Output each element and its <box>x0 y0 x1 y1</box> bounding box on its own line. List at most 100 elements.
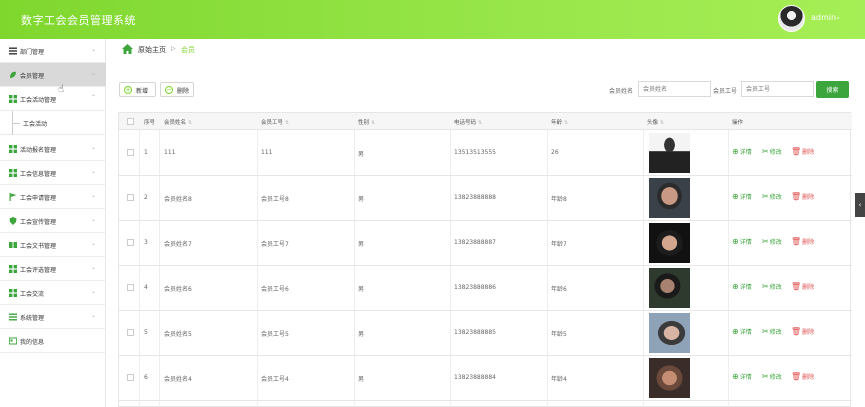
cell-gender: 男 <box>358 376 365 383</box>
sidebar-item-signup[interactable]: 活动报名管理 ⌄ <box>0 137 106 161</box>
scissors-icon: ✂ <box>762 192 769 201</box>
cell-gender: 男 <box>358 331 365 338</box>
sort-icon[interactable]: ⇅ <box>564 120 568 126</box>
select-all-checkbox[interactable] <box>127 118 134 125</box>
header-name[interactable]: 会员姓名 ⇅ <box>164 118 192 126</box>
home-icon[interactable] <box>122 44 133 54</box>
header-photo[interactable]: 头像 ⇅ <box>647 118 664 126</box>
detail-button[interactable]: ⊕详情 <box>732 327 752 336</box>
user-avatar[interactable] <box>778 5 805 32</box>
grid-icon <box>9 169 17 177</box>
edit-button[interactable]: ✂修改 <box>762 372 782 381</box>
sort-icon[interactable]: ⇅ <box>478 120 482 126</box>
row-checkbox[interactable] <box>127 194 134 201</box>
sidebar-item-publicity[interactable]: 工会宣传管理 ⌄ <box>0 209 106 233</box>
member-photo[interactable] <box>649 268 690 308</box>
header-age[interactable]: 年龄 ⇅ <box>551 118 568 126</box>
cell-name: 会员姓名7 <box>164 241 192 248</box>
header-phone[interactable]: 电话号码 ⇅ <box>454 118 482 126</box>
detail-button[interactable]: ⊕详情 <box>732 372 752 381</box>
row-checkbox[interactable] <box>127 149 134 156</box>
top-header: 数字工会会员管理系统 admin ⌄ <box>0 0 865 39</box>
row-delete-button[interactable]: 🗑删除 <box>791 282 814 291</box>
chevron-down-icon[interactable]: ⌄ <box>835 13 841 21</box>
member-photo[interactable] <box>649 133 690 173</box>
sidebar-item-label: 工会申请管理 <box>20 195 57 202</box>
detail-button[interactable]: ⊕详情 <box>732 147 752 156</box>
member-photo[interactable] <box>649 178 690 218</box>
chevron-up-icon: ⌃ <box>91 94 97 101</box>
sidebar-item-my-info[interactable]: 我的信息 <box>0 329 106 353</box>
breadcrumb-home[interactable]: 原始主页 <box>138 45 166 55</box>
chevron-down-icon: ⌄ <box>91 240 97 247</box>
cell-age: 年龄4 <box>551 376 567 383</box>
sort-icon[interactable]: ⇅ <box>660 120 664 126</box>
row-checkbox[interactable] <box>127 329 134 336</box>
row-delete-label: 删除 <box>802 149 815 156</box>
name-search-input[interactable] <box>638 81 711 97</box>
row-checkbox[interactable] <box>127 284 134 291</box>
row-checkbox[interactable] <box>127 374 134 381</box>
list-icon <box>9 47 17 55</box>
detail-button[interactable]: ⊕详情 <box>732 237 752 246</box>
row-checkbox[interactable] <box>127 239 134 246</box>
cell-id: 会员工号7 <box>261 241 289 248</box>
member-photo[interactable] <box>649 358 690 398</box>
id-search-input[interactable] <box>741 81 814 97</box>
header-gender[interactable]: 性别 ⇅ <box>358 118 375 126</box>
row-delete-label: 删除 <box>802 329 815 336</box>
sidebar-item-selection[interactable]: 工会评选管理 ⌄ <box>0 257 106 281</box>
sort-icon[interactable]: ⇅ <box>188 120 192 126</box>
sidebar-item-application[interactable]: 工会申请管理 ⌄ <box>0 185 106 209</box>
cell-gender: 男 <box>358 241 365 248</box>
edit-button[interactable]: ✂修改 <box>762 237 782 246</box>
sort-icon[interactable]: ⇅ <box>371 120 375 126</box>
member-photo[interactable] <box>649 313 690 353</box>
side-toggle-tab[interactable]: ‹ <box>855 193 865 217</box>
book-icon <box>9 242 17 248</box>
edit-button[interactable]: ✂修改 <box>762 147 782 156</box>
user-name[interactable]: admin <box>811 13 836 22</box>
sidebar-item-exchange[interactable]: 工会交流 ⌄ <box>0 281 106 305</box>
sidebar-item-label: 工会活动管理 <box>20 97 57 104</box>
sidebar-item-system[interactable]: 系统管理 ⌄ <box>0 305 106 329</box>
sidebar-item-label: 工会评选管理 <box>20 267 57 274</box>
delete-button[interactable]: − 删除 <box>160 82 194 97</box>
scissors-icon: ✂ <box>762 237 769 246</box>
row-delete-button[interactable]: 🗑删除 <box>791 327 814 336</box>
add-button-label: 新增 <box>136 88 149 95</box>
row-delete-button[interactable]: 🗑删除 <box>791 147 814 156</box>
sidebar-item-union-activity[interactable]: 工会活动管理 ⌃ <box>0 87 106 111</box>
row-delete-button[interactable]: 🗑删除 <box>791 237 814 246</box>
row-delete-label: 删除 <box>802 284 815 291</box>
search-button[interactable]: 搜索 <box>816 81 849 98</box>
row-delete-button[interactable]: 🗑删除 <box>791 372 814 381</box>
sidebar-item-members[interactable]: 会员管理 ⌄ <box>0 63 106 87</box>
edit-button[interactable]: ✂修改 <box>762 327 782 336</box>
sidebar: 部门管理 ⌄ 会员管理 ⌄ 工会活动管理 ⌃ 工会活动 活动报名管理 ⌄ 工会信… <box>0 39 106 407</box>
add-button[interactable]: + 新增 <box>119 82 156 97</box>
sidebar-subitem-union-activity[interactable]: 工会活动 <box>0 111 106 135</box>
mouse-pointer-icon: ☝ <box>58 84 65 95</box>
tree-branch <box>12 123 20 124</box>
edit-button[interactable]: ✂修改 <box>762 282 782 291</box>
member-photo[interactable] <box>649 223 690 263</box>
row-delete-button[interactable]: 🗑删除 <box>791 192 814 201</box>
sort-icon[interactable]: ⇅ <box>285 120 289 126</box>
edit-label: 修改 <box>769 284 782 291</box>
header-phone-label: 电话号码 <box>454 120 477 126</box>
sidebar-item-documents[interactable]: 工会文书管理 ⌄ <box>0 233 106 257</box>
header-photo-label: 头像 <box>647 120 659 126</box>
sidebar-item-info[interactable]: 工会信息管理 ⌄ <box>0 161 106 185</box>
detail-label: 详情 <box>739 284 752 291</box>
sidebar-item-department[interactable]: 部门管理 ⌄ <box>0 39 106 63</box>
search-icon: ⊕ <box>732 282 739 291</box>
grid-icon <box>9 289 17 297</box>
header-id[interactable]: 会员工号 ⇅ <box>261 118 289 126</box>
sidebar-item-label: 工会信息管理 <box>20 171 57 178</box>
header-gender-label: 性别 <box>358 120 370 126</box>
detail-button[interactable]: ⊕详情 <box>732 282 752 291</box>
detail-button[interactable]: ⊕详情 <box>732 192 752 201</box>
edit-label: 修改 <box>769 329 782 336</box>
edit-button[interactable]: ✂修改 <box>762 192 782 201</box>
